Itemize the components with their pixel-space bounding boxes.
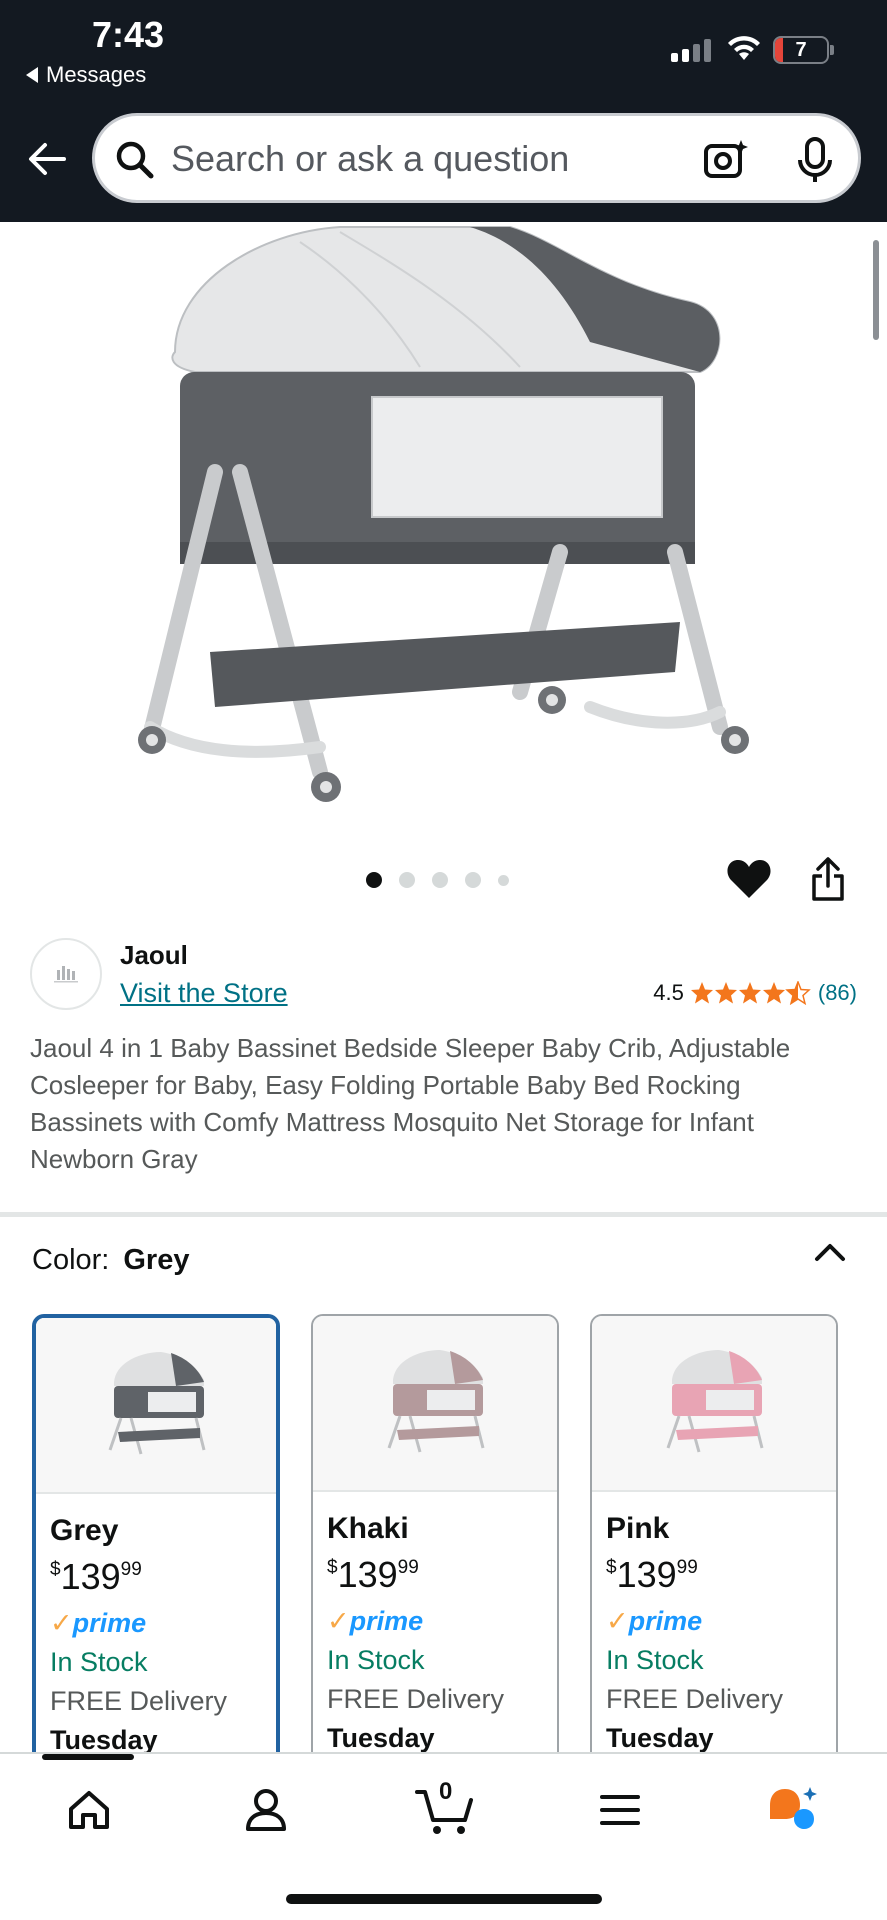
back-app-label: Messages [46,62,147,87]
microphone-icon[interactable] [795,136,835,184]
bassinet-canopy [171,1353,204,1386]
status-time: 7:43 [92,14,165,55]
bassinet-canopy [450,1351,483,1384]
bassinet-thumbnail [108,1352,206,1455]
search-icon [116,141,154,179]
color-option-grey[interactable]: Grey $13999 ✓prime In Stock FREE Deliver… [32,1314,280,1774]
color-thumbnail [36,1318,276,1494]
color-option-price: $13999 [50,1556,142,1597]
color-option-name: Grey [50,1514,119,1547]
pager-dot[interactable] [432,872,448,888]
cellular-signal-icon [671,38,711,62]
color-thumbnail [313,1316,557,1492]
back-to-messages[interactable]: Messages [26,62,146,88]
brand-logo-mark [54,966,78,983]
delivery-day: Tuesday [327,1723,435,1753]
prime-badge: ✓prime [606,1606,703,1636]
selected-color: Grey [123,1244,190,1276]
camera-search-icon[interactable] [701,136,749,184]
delivery-text: FREE Delivery [50,1686,228,1716]
section-divider [0,1212,887,1217]
prime-badge: ✓prime [50,1608,147,1638]
image-pager-dots[interactable] [366,872,509,888]
stock-status: In Stock [50,1647,148,1677]
prime-check-icon: ✓ [327,1606,350,1636]
visit-store-link[interactable]: Visit the Store [120,978,288,1009]
color-label: Color: [32,1244,110,1276]
bottom-navigation: 0 [0,1752,887,1920]
product-title: Jaoul 4 in 1 Baby Bassinet Bedside Sleep… [30,1033,791,1174]
account-icon [246,1789,286,1831]
active-tab-indicator [42,1754,134,1760]
battery-icon: 7 [773,36,829,64]
delivery-text: FREE Delivery [606,1684,784,1714]
wifi-icon [728,36,760,60]
cart-count: 0 [439,1778,453,1805]
rating-count[interactable]: (86) [818,980,857,1006]
rating-value: 4.5 [653,980,684,1005]
back-arrow-icon[interactable] [26,138,68,180]
chevron-up-icon[interactable] [812,1240,848,1264]
pager-dot[interactable] [498,874,509,886]
color-options: Grey $13999 ✓prime In Stock FREE Deliver… [32,1314,838,1774]
share-icon[interactable] [810,856,846,902]
rufus-icon [770,1787,817,1829]
scroll-indicator[interactable] [873,240,879,340]
prime-check-icon: ✓ [606,1606,629,1636]
nav-cart[interactable]: 0 [413,1778,477,1840]
back-triangle-icon [26,67,38,83]
color-option-price: $13999 [327,1554,419,1595]
color-option-name: Pink [606,1512,670,1545]
stock-status: In Stock [327,1645,425,1675]
menu-icon [600,1795,640,1825]
stock-status: In Stock [606,1645,704,1675]
prime-badge: ✓prime [327,1606,424,1636]
search-bar[interactable] [92,113,861,203]
heart-icon[interactable] [726,858,772,900]
star-rating-icon [690,981,810,1005]
nav-menu[interactable] [590,1780,650,1840]
color-option-khaki[interactable]: Khaki $13999 ✓prime In Stock FREE Delive… [311,1314,559,1774]
nav-account[interactable] [236,1780,296,1840]
product-page: 7:43 Messages 7 Search or ask a question… [0,0,887,1920]
home-indicator[interactable] [286,1894,602,1904]
color-option-name: Khaki [327,1512,409,1545]
rating-summary[interactable]: 4.5 (86) [653,980,857,1006]
bassinet-thumbnail [666,1350,764,1453]
brand-name: Jaoul [120,940,188,970]
delivery-day: Tuesday [606,1723,714,1753]
pager-dot[interactable] [399,872,415,888]
color-option-pink[interactable]: Pink $13999 ✓prime In Stock FREE Deliver… [590,1314,838,1774]
top-bar: 7:43 Messages 7 [0,0,887,222]
nav-rufus[interactable] [763,1780,823,1840]
nav-home[interactable] [59,1780,119,1840]
bassinet-canopy [729,1351,762,1384]
battery-level: 7 [795,39,807,61]
color-thumbnail [592,1316,836,1492]
product-image[interactable] [0,222,887,842]
bassinet-basket [118,1428,200,1442]
prime-check-icon: ✓ [50,1608,73,1638]
search-input[interactable] [171,134,691,184]
color-option-price: $13999 [606,1554,698,1595]
color-selector-header: Color: Grey [32,1244,189,1277]
battery-cap [830,45,834,55]
brand-logo[interactable] [30,938,102,1010]
bassinet-basket [397,1426,479,1440]
bassinet-basket [676,1426,758,1440]
delivery-text: FREE Delivery [327,1684,505,1714]
bassinet-thumbnail [387,1350,485,1453]
pager-dot[interactable] [465,872,481,888]
pager-dot[interactable] [366,872,382,888]
home-icon [69,1791,109,1829]
bassinet-illustration [138,226,749,802]
